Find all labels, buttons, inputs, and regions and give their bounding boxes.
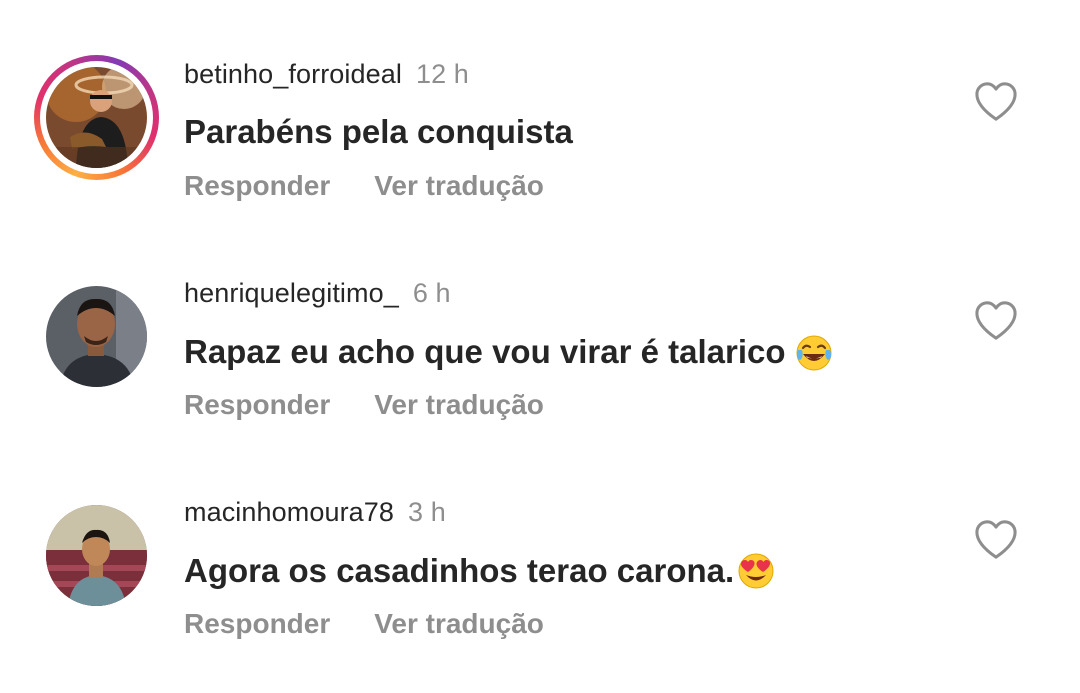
- comment-timestamp: 12 h: [415, 59, 469, 89]
- comment-text: Agora os casadinhos terao carona.: [184, 551, 776, 591]
- see-translation-button[interactable]: Ver tradução: [374, 389, 544, 420]
- avatar-photo: [46, 505, 147, 606]
- comment-timestamp: 6 h: [412, 278, 451, 308]
- see-translation-button[interactable]: Ver tradução: [374, 170, 544, 201]
- avatar-container[interactable]: [34, 274, 159, 399]
- comment-text: Rapaz eu acho que vou virar é talarico: [184, 332, 834, 372]
- reply-button[interactable]: Responder: [184, 170, 330, 201]
- comment-actions: Responder Ver tradução: [184, 170, 544, 202]
- smiling-face-with-heart-eyes-icon: [738, 553, 774, 589]
- comment-body: Parabéns pela conquista: [184, 113, 573, 150]
- avatar-photo: [46, 67, 147, 168]
- see-translation-button[interactable]: Ver tradução: [374, 608, 544, 639]
- avatar-container[interactable]: [34, 493, 159, 618]
- reply-button[interactable]: Responder: [184, 608, 330, 639]
- like-heart-icon[interactable]: [973, 518, 1019, 560]
- avatar[interactable]: [46, 67, 147, 168]
- reply-button[interactable]: Responder: [184, 389, 330, 420]
- username-link[interactable]: betinho_forroideal: [184, 59, 402, 89]
- comment-timestamp: 3 h: [408, 497, 446, 527]
- username-link[interactable]: henriquelegitimo_: [184, 278, 399, 308]
- comment-item: macinhomoura78 3 h Agora os casadinhos te…: [0, 493, 1080, 693]
- comment-text: Parabéns pela conquista: [184, 113, 573, 151]
- comment-actions: Responder Ver tradução: [184, 389, 544, 421]
- comment-header: henriquelegitimo_ 6 h: [184, 278, 451, 309]
- comment-header: betinho_forroideal 12 h: [184, 59, 469, 90]
- avatar[interactable]: [46, 505, 147, 606]
- like-heart-icon[interactable]: [973, 299, 1019, 341]
- comment-body: Agora os casadinhos terao carona.: [184, 552, 735, 589]
- avatar[interactable]: [46, 286, 147, 387]
- comment-item: betinho_forroideal 12 h Parabéns pela con…: [0, 55, 1080, 255]
- face-with-tears-of-joy-icon: [796, 335, 832, 371]
- comment-item: henriquelegitimo_ 6 h Rapaz eu acho que v…: [0, 274, 1080, 474]
- comment-header: macinhomoura78 3 h: [184, 497, 446, 528]
- comment-body: Rapaz eu acho que vou virar é talarico: [184, 333, 786, 370]
- username-link[interactable]: macinhomoura78: [184, 497, 394, 527]
- avatar-story-ring[interactable]: [34, 55, 159, 180]
- avatar-photo: [46, 286, 147, 387]
- comment-actions: Responder Ver tradução: [184, 608, 544, 640]
- like-heart-icon[interactable]: [973, 80, 1019, 122]
